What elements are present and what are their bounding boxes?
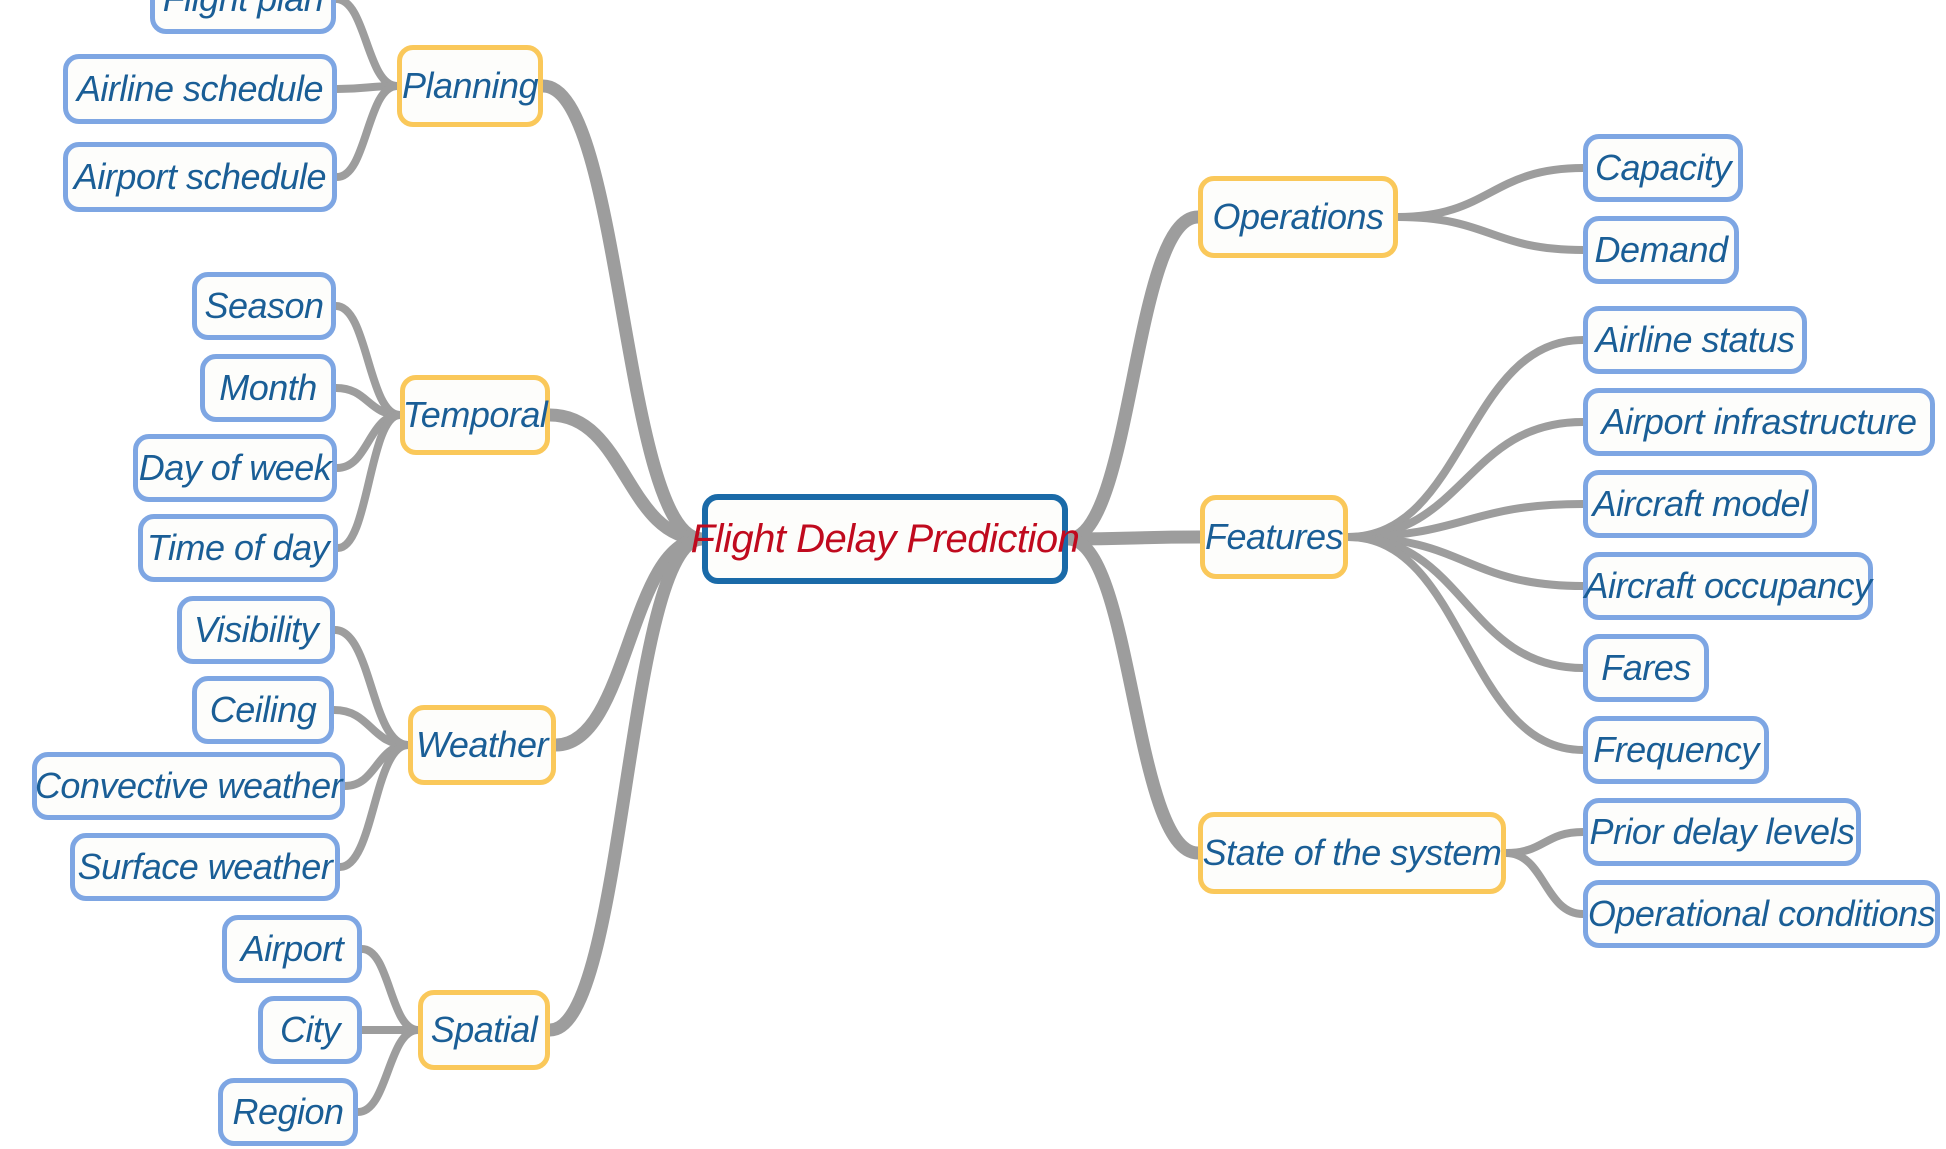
leaf-node-prior-delay-levels[interactable]: Prior delay levels bbox=[1583, 798, 1861, 866]
branch-node-temporal[interactable]: Temporal bbox=[400, 375, 550, 455]
connector-line bbox=[1394, 164, 1587, 221]
leaf-node-operational-conditions[interactable]: Operational conditions bbox=[1583, 880, 1940, 948]
connector-line bbox=[1502, 849, 1587, 918]
leaf-node-day-of-week[interactable]: Day of week bbox=[133, 434, 337, 502]
connector-line bbox=[1502, 828, 1587, 857]
connector-line bbox=[333, 82, 401, 181]
connector-line bbox=[332, 0, 401, 90]
connector-line bbox=[358, 945, 422, 1034]
connector-line bbox=[536, 79, 709, 546]
branch-node-operations[interactable]: Operations bbox=[1198, 176, 1398, 258]
branch-node-weather[interactable]: Weather bbox=[408, 705, 556, 785]
connector-line bbox=[1344, 500, 1587, 541]
leaf-node-frequency[interactable]: Frequency bbox=[1583, 716, 1769, 784]
connector-line bbox=[331, 626, 412, 749]
leaf-node-demand[interactable]: Demand bbox=[1583, 216, 1739, 284]
leaf-node-airline-status[interactable]: Airline status bbox=[1583, 306, 1807, 374]
leaf-node-region[interactable]: Region bbox=[218, 1078, 358, 1146]
leaf-node-surface-weather[interactable]: Surface weather bbox=[70, 833, 340, 901]
branch-node-planning[interactable]: Planning bbox=[397, 45, 543, 127]
connector-line bbox=[1344, 533, 1587, 754]
connector-line bbox=[543, 408, 709, 546]
branch-node-spatial[interactable]: Spatial bbox=[418, 990, 550, 1070]
leaf-node-ceiling[interactable]: Ceiling bbox=[192, 676, 334, 744]
connector-line bbox=[1061, 530, 1207, 546]
connector-line bbox=[1061, 210, 1205, 546]
leaf-node-capacity[interactable]: Capacity bbox=[1583, 134, 1743, 202]
leaf-node-aircraft-occupancy[interactable]: Aircraft occupancy bbox=[1583, 552, 1873, 620]
branch-node-state-of-the-system[interactable]: State of the system bbox=[1198, 812, 1506, 894]
connector-line bbox=[333, 82, 401, 93]
leaf-node-airline-schedule[interactable]: Airline schedule bbox=[63, 54, 337, 124]
leaf-node-time-of-day[interactable]: Time of day bbox=[138, 514, 338, 582]
leaf-node-month[interactable]: Month bbox=[200, 354, 336, 422]
connector-line bbox=[354, 1026, 422, 1116]
leaf-node-flight-plan[interactable]: Flight plan bbox=[150, 0, 336, 34]
connector-line bbox=[1344, 336, 1587, 541]
leaf-node-airport-infrastructure[interactable]: Airport infrastructure bbox=[1583, 388, 1935, 456]
connector-line bbox=[332, 384, 404, 419]
connector-line bbox=[1344, 533, 1587, 590]
connector-line bbox=[1394, 213, 1587, 254]
root-node-flight-delay-prediction[interactable]: Flight Delay Prediction bbox=[691, 494, 1080, 584]
leaf-node-season[interactable]: Season bbox=[192, 272, 336, 340]
mindmap-canvas: Flight Delay Prediction Planning Flight pl… bbox=[0, 0, 1946, 1149]
leaf-node-city[interactable]: City bbox=[258, 996, 362, 1064]
connector-line bbox=[1061, 532, 1205, 860]
leaf-node-airport[interactable]: Airport bbox=[222, 915, 362, 983]
connector-line bbox=[341, 741, 412, 790]
connector-line bbox=[549, 532, 709, 752]
connector-line bbox=[543, 532, 709, 1037]
branch-node-features[interactable]: Features bbox=[1200, 495, 1348, 579]
connector-line bbox=[1344, 418, 1587, 541]
connector-line bbox=[336, 741, 412, 871]
connector-line bbox=[1344, 533, 1587, 672]
connector-line bbox=[333, 411, 404, 472]
leaf-node-airport-schedule[interactable]: Airport schedule bbox=[63, 142, 337, 212]
connector-line bbox=[332, 302, 404, 419]
connector-line bbox=[330, 706, 412, 749]
leaf-node-visibility[interactable]: Visibility bbox=[177, 596, 335, 664]
connector-line bbox=[334, 411, 404, 552]
leaf-node-fares[interactable]: Fares bbox=[1583, 634, 1709, 702]
leaf-node-aircraft-model[interactable]: Aircraft model bbox=[1583, 470, 1817, 538]
leaf-node-convective-weather[interactable]: Convective weather bbox=[32, 752, 345, 820]
